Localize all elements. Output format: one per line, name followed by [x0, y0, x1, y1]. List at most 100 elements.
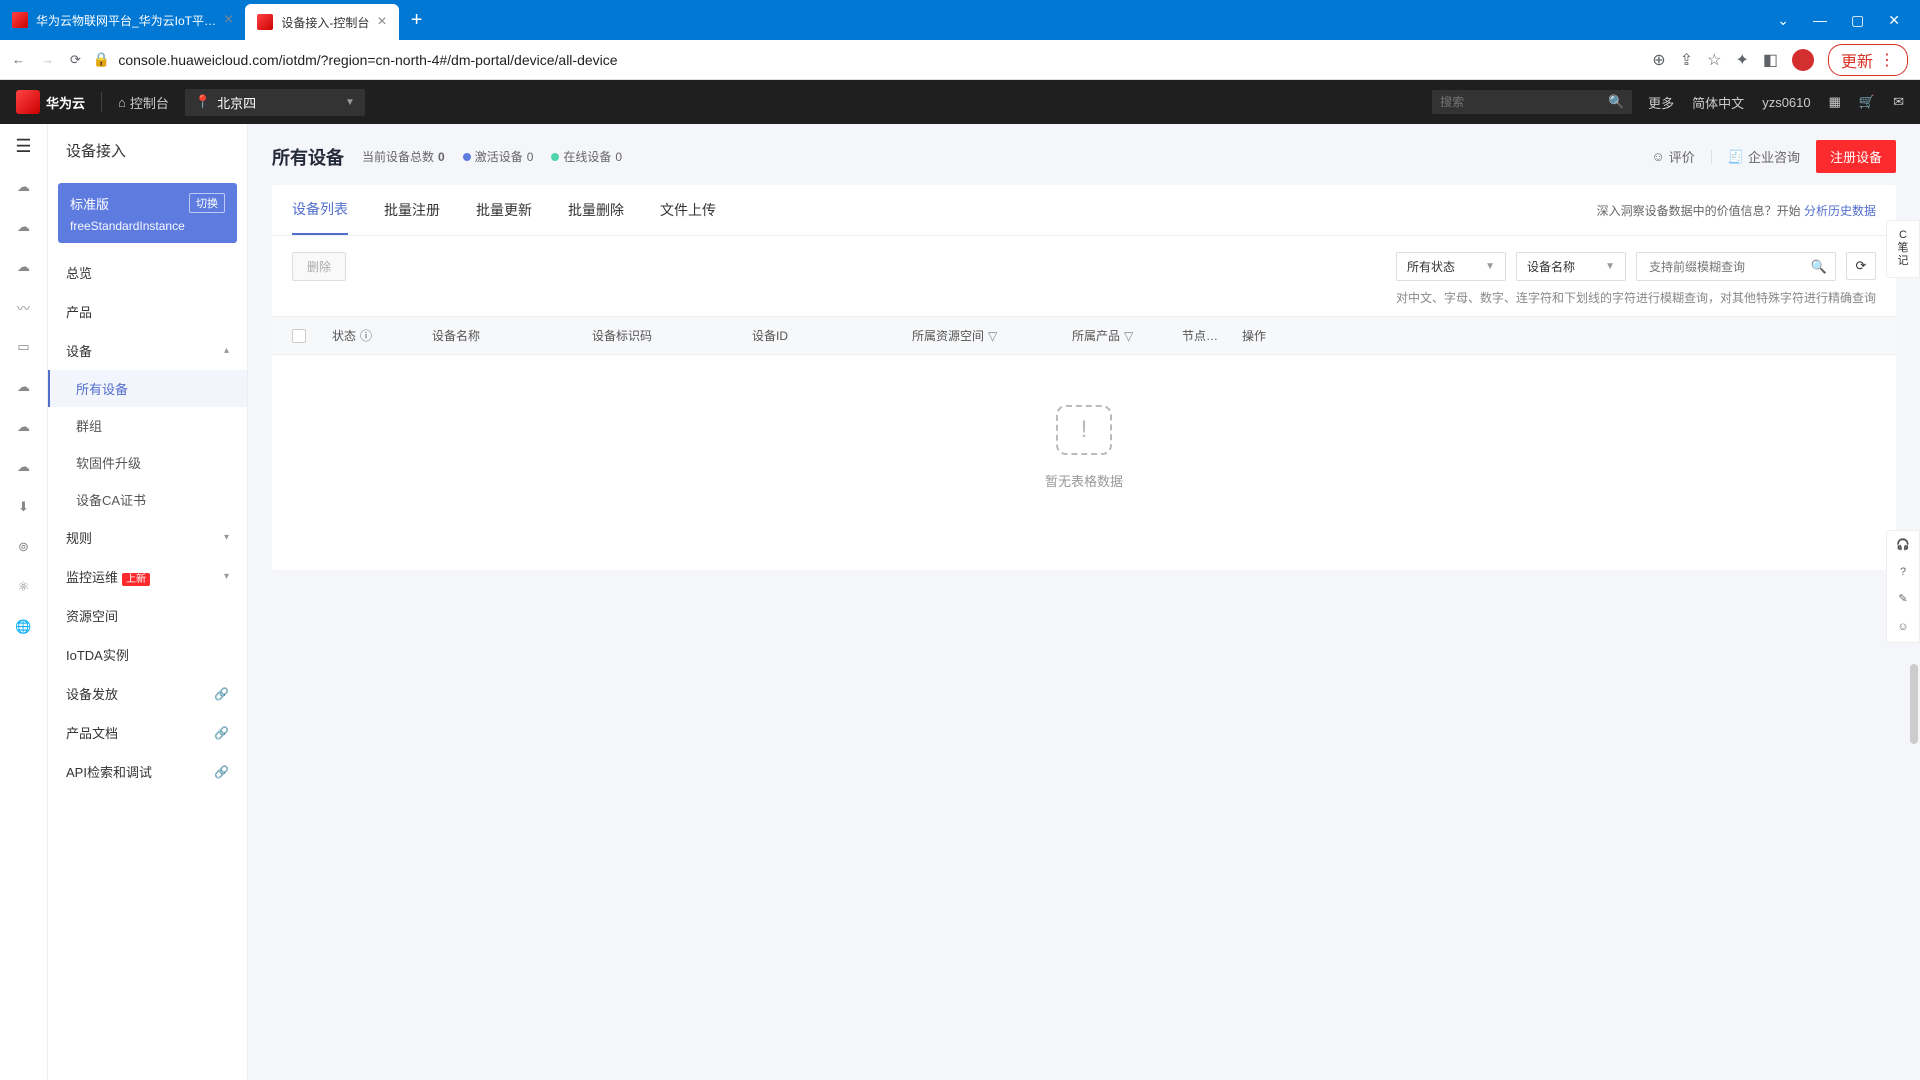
instance-name: freeStandardInstance — [70, 219, 225, 233]
nav-iotda[interactable]: IoTDA实例 — [48, 635, 247, 674]
profile-avatar[interactable] — [1792, 49, 1814, 71]
nav-provision[interactable]: 设备发放 🔗 — [48, 674, 247, 713]
ip-icon[interactable]: ⊚ — [14, 537, 34, 557]
huawei-favicon — [257, 14, 273, 30]
smile-icon[interactable]: ☺ — [1897, 621, 1908, 634]
chevron-down-icon[interactable]: ⌄ — [1777, 12, 1789, 29]
cloud-icon[interactable]: ☁ — [14, 457, 34, 477]
refresh-button[interactable]: ⟳ — [1846, 252, 1876, 280]
menu-icon[interactable]: ☰ — [15, 136, 31, 157]
extensions-icon[interactable]: ✦ — [1735, 50, 1748, 70]
minimize-icon[interactable]: — — [1813, 12, 1827, 29]
tab-device-list[interactable]: 设备列表 — [292, 185, 348, 235]
register-device-button[interactable]: 注册设备 — [1816, 140, 1896, 173]
analyze-history-link[interactable]: 分析历史数据 — [1804, 204, 1876, 218]
feedback-icon[interactable]: ✎ — [1898, 593, 1907, 606]
tab-title: 设备接入-控制台 — [281, 14, 369, 31]
tab-file-upload[interactable]: 文件上传 — [660, 186, 716, 234]
filter-icon[interactable]: ▽ — [988, 329, 997, 343]
nav-overview[interactable]: 总览 — [48, 253, 247, 292]
close-window-icon[interactable]: ✕ — [1888, 12, 1900, 29]
nav-monitor[interactable]: 监控运维上新 ▾ — [48, 557, 247, 596]
globe-icon[interactable]: 🌐 — [14, 617, 34, 637]
more-link[interactable]: 更多 — [1648, 93, 1674, 112]
search-icon[interactable]: 🔍 — [1811, 259, 1827, 275]
search-input[interactable] — [1645, 255, 1811, 279]
monitor-icon[interactable]: 〰 — [14, 297, 34, 317]
status-filter[interactable]: 所有状态▼ — [1396, 252, 1506, 281]
reload-icon[interactable]: ⟳ — [70, 52, 81, 68]
search-box[interactable]: 🔍 — [1636, 252, 1836, 281]
sidebar: 设备接入 标准版 切换 freeStandardInstance 总览 产品 设… — [48, 124, 248, 1080]
nodes-icon[interactable]: ⚛ — [14, 577, 34, 597]
tab-batch-update[interactable]: 批量更新 — [476, 186, 532, 234]
field-filter[interactable]: 设备名称▼ — [1516, 252, 1626, 281]
search-hint: 对中文、字母、数字、连字符和下划线的字符进行模糊查询，对其他特殊字符进行精确查询 — [272, 289, 1896, 316]
device-icon[interactable]: ▭ — [14, 337, 34, 357]
resource-icon[interactable]: ▦ — [1829, 94, 1841, 110]
search-icon[interactable]: 🔍 — [1608, 94, 1624, 110]
language-selector[interactable]: 简体中文 — [1692, 93, 1744, 112]
cloud-icon[interactable]: ☁ — [14, 177, 34, 197]
nav-api[interactable]: API检索和调试 🔗 — [48, 752, 247, 791]
browser-tab-inactive[interactable]: 华为云物联网平台_华为云IoT平… × — [0, 2, 245, 38]
dot-icon — [463, 153, 471, 161]
cloud-icon[interactable]: ☁ — [14, 217, 34, 237]
update-button[interactable]: 更新⋮ — [1828, 44, 1908, 76]
external-link-icon: 🔗 — [214, 687, 229, 701]
console-link[interactable]: ⌂ 控制台 — [118, 93, 169, 112]
scrollbar[interactable] — [1910, 664, 1918, 744]
cart-icon[interactable]: 🛒 — [1859, 94, 1875, 110]
close-icon[interactable]: × — [377, 13, 386, 31]
nav-all-devices[interactable]: 所有设备 — [48, 370, 247, 407]
cloud-icon[interactable]: ☁ — [14, 417, 34, 437]
nav-firmware[interactable]: 软固件升级 — [48, 444, 247, 481]
share-icon[interactable]: ⇪ — [1680, 50, 1693, 70]
chevron-down-icon: ▼ — [1605, 261, 1615, 272]
help-icon[interactable]: ? — [1900, 566, 1906, 579]
zoom-icon[interactable]: ⊕ — [1652, 50, 1665, 70]
stat-total: 当前设备总数 0 — [362, 148, 445, 165]
table-header: 状态 ⓘ 设备名称 设备标识码 设备ID 所属资源空间 ▽ 所属产品 ▽ 节点… — [272, 316, 1896, 355]
support-icon[interactable]: 🎧 — [1896, 539, 1910, 552]
sidepanel-icon[interactable]: ◧ — [1763, 50, 1778, 70]
tab-batch-delete[interactable]: 批量删除 — [568, 186, 624, 234]
nav-ca-cert[interactable]: 设备CA证书 — [48, 481, 247, 518]
filter-icon[interactable]: ▽ — [1124, 329, 1133, 343]
user-name[interactable]: yzs0610 — [1762, 95, 1810, 110]
chevron-down-icon: ▼ — [345, 97, 355, 108]
cloud-icon[interactable]: ☁ — [14, 257, 34, 277]
url-field[interactable]: 🔒 console.huaweicloud.com/iotdm/?region=… — [93, 51, 1640, 68]
content-area: 所有设备 当前设备总数 0 激活设备 0 在线设备 0 ☺评价 — [248, 124, 1920, 1080]
nav-docs[interactable]: 产品文档 🔗 — [48, 713, 247, 752]
nav-product[interactable]: 产品 — [48, 292, 247, 331]
region-selector[interactable]: 📍 北京四 ▼ — [185, 89, 365, 116]
new-tab-button[interactable]: + — [399, 9, 435, 32]
browser-tab-active[interactable]: 设备接入-控制台 × — [245, 4, 398, 40]
header-search-input[interactable] — [1440, 95, 1608, 109]
bookmark-icon[interactable]: ☆ — [1707, 50, 1721, 70]
divider — [1711, 150, 1712, 164]
rate-link[interactable]: ☺评价 — [1651, 147, 1694, 166]
help-icon[interactable]: ⓘ — [360, 327, 372, 344]
nav-device[interactable]: 设备 ▴ — [48, 331, 247, 370]
huawei-logo[interactable]: 华为云 — [16, 90, 85, 114]
close-icon[interactable]: × — [224, 11, 233, 29]
header-search[interactable]: 🔍 — [1432, 90, 1632, 114]
external-link-icon: 🔗 — [214, 726, 229, 740]
notes-button[interactable]: C 笔 记 — [1898, 229, 1909, 269]
cloud-icon[interactable]: ☁ — [14, 377, 34, 397]
nav-rules[interactable]: 规则 ▾ — [48, 518, 247, 557]
nav-resource-space[interactable]: 资源空间 — [48, 596, 247, 635]
switch-instance-button[interactable]: 切换 — [189, 193, 225, 213]
download-icon[interactable]: ⬇ — [14, 497, 34, 517]
mail-icon[interactable]: ✉ — [1893, 94, 1904, 110]
tab-batch-register[interactable]: 批量注册 — [384, 186, 440, 234]
empty-state: ! 暂无表格数据 — [272, 355, 1896, 570]
consult-icon: 🧾 — [1728, 149, 1744, 165]
back-icon[interactable]: ← — [12, 52, 25, 68]
enterprise-link[interactable]: 🧾企业咨询 — [1728, 147, 1800, 166]
nav-group[interactable]: 群组 — [48, 407, 247, 444]
select-all-checkbox[interactable] — [292, 329, 306, 343]
maximize-icon[interactable]: ▢ — [1851, 12, 1864, 29]
